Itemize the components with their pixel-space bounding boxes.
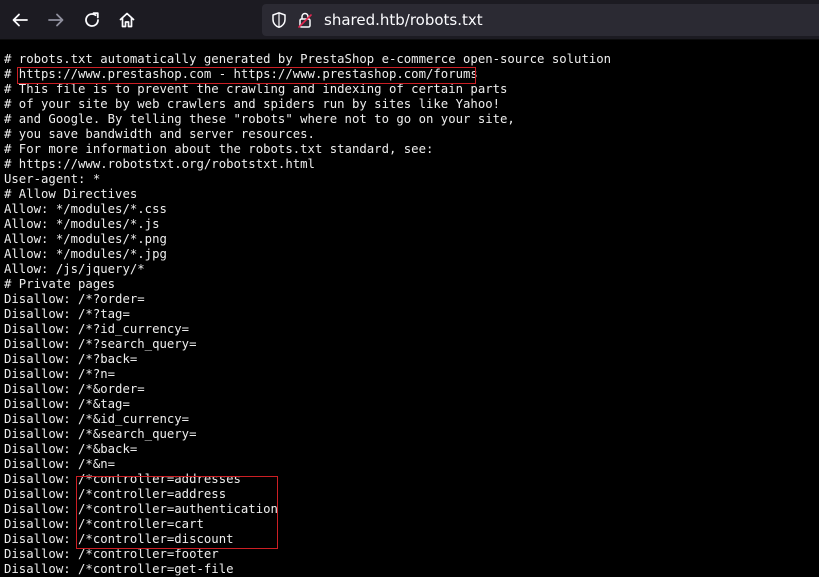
text-line: Disallow: /*?id_currency= [4,322,190,336]
url-text[interactable]: shared.htb/robots.txt [324,4,483,36]
arrow-right-icon [48,13,64,27]
text-line: Disallow: /*?back= [4,352,138,366]
text-line: Disallow: /*&id_currency= [4,412,190,426]
text-line: # For more information about the robots.… [4,142,434,156]
text-line: Disallow: /*&n= [4,457,116,471]
text-line: Disallow: /*?n= [4,367,116,381]
text-line: Disallow: /*controller=cart [4,517,204,531]
back-button[interactable] [6,6,34,34]
text-line: Disallow: /*?tag= [4,307,130,321]
forward-button[interactable] [42,6,70,34]
arrow-left-icon [12,13,28,27]
text-line: # of your site by web crawlers and spide… [4,97,501,111]
text-line: # and Google. By telling these "robots" … [4,112,515,126]
text-line: User-agent: * [4,172,101,186]
text-line: Disallow: /*?order= [4,292,145,306]
text-line: # https://www.prestashop.com - https://w… [4,67,478,81]
text-line: Disallow: /*controller=discount [4,532,234,546]
text-line: Disallow: /*&search_query= [4,427,197,441]
text-line: Disallow: /*controller=authentication [4,502,278,516]
text-line: Disallow: /*controller=addresses [4,472,241,486]
text-line: Allow: */modules/*.png [4,232,167,246]
text-line: Disallow: /*?search_query= [4,337,197,351]
reload-button[interactable] [78,6,106,34]
text-line: Allow: */modules/*.css [4,202,167,216]
text-line: # This file is to prevent the crawling a… [4,82,508,96]
shield-icon[interactable] [270,11,288,33]
text-line: Allow: /js/jquery/* [4,262,145,276]
text-line: # https://www.robotstxt.org/robotstxt.ht… [4,157,315,171]
text-line: Disallow: /*&back= [4,442,138,456]
reload-icon [85,12,99,27]
text-line: # robots.txt automatically generated by … [4,52,612,66]
text-line: # you save bandwidth and server resource… [4,127,315,141]
text-line: Disallow: /*controller=get-file [4,562,234,576]
text-line: # Allow Directives [4,187,138,201]
text-line: Disallow: /*&order= [4,382,145,396]
address-bar[interactable]: shared.htb/robots.txt [262,4,819,36]
text-line: Allow: */modules/*.js [4,217,160,231]
text-line: # Private pages [4,277,116,291]
home-button[interactable] [113,6,141,34]
text-line: Disallow: /*controller=footer [4,547,219,561]
text-line: Disallow: /*&tag= [4,397,130,411]
lock-icon[interactable] [296,11,314,33]
text-line: Disallow: /*controller=address [4,487,227,501]
text-line: Allow: */modules/*.jpg [4,247,167,261]
browser-toolbar: shared.htb/robots.txt [0,0,819,40]
home-icon [119,12,135,28]
